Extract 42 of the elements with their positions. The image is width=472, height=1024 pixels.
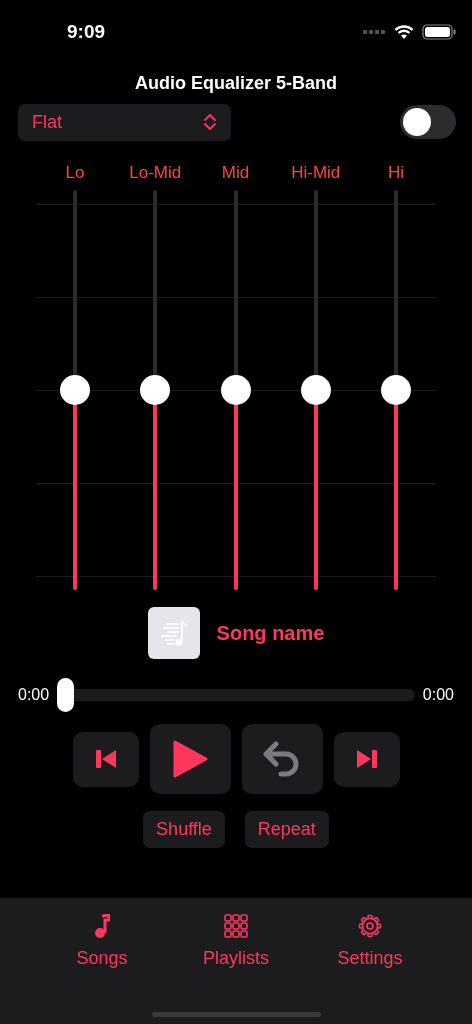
up-down-chevron-icon [203, 113, 217, 131]
option-button[interactable]: Repeat [244, 811, 329, 848]
slider-thumb[interactable] [60, 375, 90, 405]
next-button[interactable] [333, 731, 400, 787]
previous-button[interactable] [72, 731, 139, 787]
progress-slider[interactable] [57, 678, 415, 712]
play-button[interactable] [149, 724, 231, 794]
elapsed-time: 0:00 [18, 685, 50, 705]
wifi-icon [394, 24, 414, 40]
grid-icon [224, 914, 248, 938]
band-label: Lo-Mid [129, 162, 182, 184]
skip-forward-icon [355, 749, 378, 769]
play-icon [172, 740, 208, 778]
skip-back-icon [94, 749, 117, 769]
band-label: Lo [65, 162, 85, 184]
slider-thumb[interactable] [140, 375, 171, 405]
slider-thumb[interactable] [381, 375, 411, 405]
band-slider[interactable] [220, 190, 251, 590]
signal-dots-icon [362, 29, 386, 35]
tab-item[interactable]: Songs [55, 913, 149, 972]
band-slider[interactable] [300, 190, 331, 590]
progress-thumb[interactable] [57, 678, 75, 712]
band-slider[interactable] [60, 190, 90, 590]
tab-item[interactable]: Settings [323, 913, 417, 972]
music-note-icon [94, 914, 110, 938]
song-title: Song name [216, 621, 325, 646]
band-label: Hi [387, 162, 405, 184]
option-button[interactable]: Shuffle [143, 811, 225, 848]
screen-title: Audio Equalizer 5-Band [135, 71, 337, 95]
slider-thumb[interactable] [220, 375, 251, 405]
settings-icon [358, 914, 382, 938]
status-time: 9:09 [67, 19, 106, 44]
band-slider[interactable] [381, 190, 411, 590]
battery-icon [422, 24, 456, 40]
tab-item[interactable]: Playlists [189, 913, 283, 972]
band-label: Mid [221, 162, 250, 184]
band-slider[interactable] [140, 190, 171, 590]
band-label: Hi-Mid [291, 162, 341, 184]
slider-thumb[interactable] [300, 375, 331, 405]
preset-picker[interactable]: Flat [18, 103, 231, 141]
toggle-switch[interactable] [400, 105, 456, 139]
remaining-time: 0:00 [422, 685, 454, 705]
